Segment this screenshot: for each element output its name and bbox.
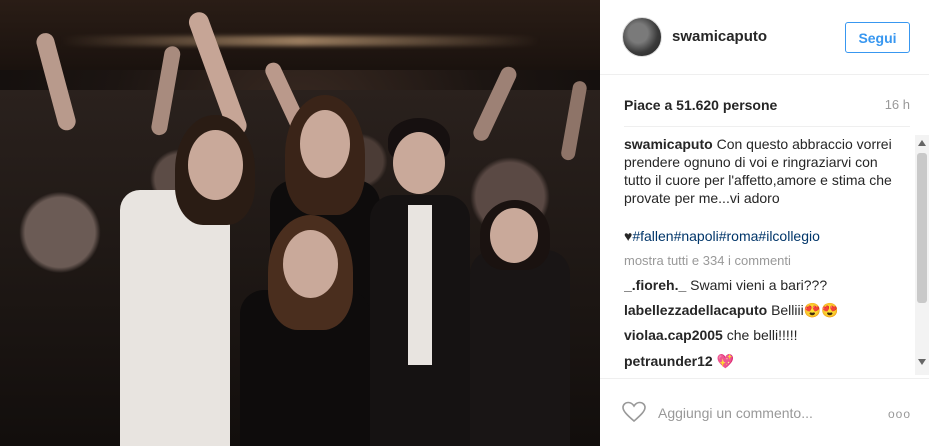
photo-person-left-shirt: [120, 190, 230, 446]
comment-username[interactable]: violaa.cap2005: [624, 327, 723, 343]
hashtag-link[interactable]: #fallen: [632, 228, 673, 244]
add-comment-input[interactable]: Aggiungi un commento...: [658, 405, 813, 421]
photo-person-right-jacket: [470, 250, 570, 446]
caption-username[interactable]: swamicaputo: [624, 136, 713, 152]
comment-text: Belliii😍😍: [771, 302, 839, 318]
caption: swamicaputo Con questo abbraccio vorrei …: [624, 135, 894, 207]
comments-list: swamicaputo Con questo abbraccio vorrei …: [624, 135, 914, 375]
photo-ceiling-light: [60, 36, 540, 46]
list-item: labellezzadellacaputo Belliii😍😍: [624, 301, 839, 319]
more-options-icon[interactable]: ooo: [888, 407, 911, 421]
photo-ceiling: [0, 0, 600, 70]
hashtag-link[interactable]: #ilcollegio: [758, 228, 819, 244]
photo-person-boy-face: [393, 132, 445, 194]
header-username[interactable]: swamicaputo: [672, 28, 767, 45]
divider: [624, 126, 910, 127]
scroll-thumb[interactable]: [917, 153, 927, 303]
heart-icon[interactable]: [622, 401, 646, 423]
hashtag-link[interactable]: #roma: [719, 228, 759, 244]
comment-text: che belli!!!!!: [726, 327, 798, 343]
post-photo[interactable]: [0, 0, 600, 446]
list-item: petraunder12 💖: [624, 352, 734, 370]
photo-person-center-face: [300, 110, 350, 178]
comment-text: Swami vieni a bari???: [690, 277, 828, 293]
avatar[interactable]: [622, 17, 662, 57]
photo-person-right-face: [490, 208, 538, 263]
list-item: violaa.cap2005 che belli!!!!!: [624, 326, 798, 344]
photo-person-front-face: [283, 230, 338, 298]
hashtag-link[interactable]: #napoli: [674, 228, 719, 244]
show-all-comments-link[interactable]: mostra tutti e 334 i commenti: [624, 252, 791, 270]
follow-button[interactable]: Segui: [845, 22, 910, 53]
comments-scrollbar[interactable]: [915, 135, 929, 375]
photo-person-boy-shirt: [408, 205, 432, 365]
post-time[interactable]: 16 h: [885, 97, 910, 112]
caption-hashtags: ♥#fallen#napoli#roma#ilcollegio: [624, 227, 820, 245]
comment-username[interactable]: labellezzadellacaputo: [624, 302, 767, 318]
scroll-down-icon[interactable]: [918, 359, 926, 365]
photo-person-left-face: [188, 130, 243, 200]
likes-row: Piace a 51.620 persone 16 h: [624, 97, 910, 115]
list-item: _.fioreh._ Swami vieni a bari???: [624, 276, 827, 294]
post-header: swamicaputo Segui: [600, 0, 929, 75]
post-footer: Aggiungi un commento... ooo: [600, 378, 929, 446]
comment-username[interactable]: petraunder12: [624, 353, 713, 369]
comment-text: 💖: [716, 353, 735, 369]
likes-count[interactable]: Piace a 51.620 persone: [624, 97, 777, 113]
scroll-up-icon[interactable]: [918, 140, 926, 146]
comment-username[interactable]: _.fioreh._: [624, 277, 686, 293]
